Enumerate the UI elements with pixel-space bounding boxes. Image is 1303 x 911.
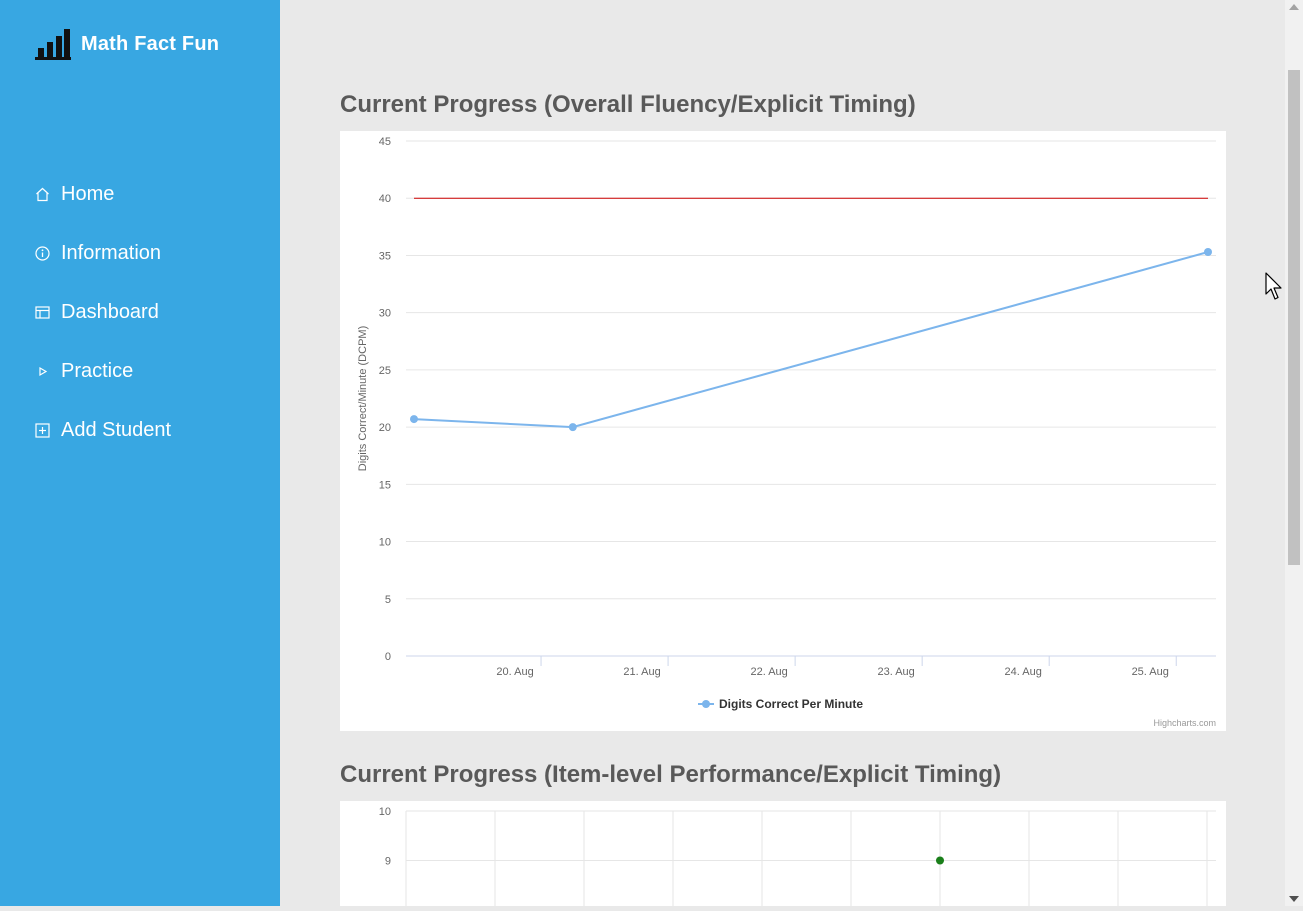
scroll-down-arrow-icon[interactable] <box>1289 896 1299 902</box>
mouse-cursor-icon <box>1265 272 1282 300</box>
sidebar-nav: Home Information Dashboard Practice Add … <box>35 165 171 460</box>
legend-label: Digits Correct Per Minute <box>719 697 863 711</box>
y-tick-label: 10 <box>379 806 391 818</box>
brand[interactable]: Math Fact Fun <box>35 28 219 60</box>
sidebar-item-label: Home <box>61 183 115 205</box>
fluency-chart-panel: 0 5 10 15 20 25 30 35 40 45 20. Aug 21. Aug 22. Aug 2… <box>340 131 1226 731</box>
y-tick-label: 15 <box>379 479 391 491</box>
y-tick-label: 9 <box>385 856 391 868</box>
highcharts-credits: Highcharts.com <box>1153 718 1216 728</box>
x-tick-label: 21. Aug <box>623 666 660 678</box>
data-point <box>410 415 418 424</box>
y-axis-label: Digits Correct/Minute (DCPM) <box>357 326 369 471</box>
app-name: Math Fact Fun <box>81 32 220 55</box>
x-tick-label: 23. Aug <box>877 666 914 678</box>
sidebar-item-home[interactable]: Home <box>35 165 171 224</box>
y-tick-label: 5 <box>385 594 391 606</box>
bar-chart-icon <box>35 29 71 60</box>
legend-marker <box>702 700 710 708</box>
sidebar-item-practice[interactable]: Practice <box>35 342 171 401</box>
data-point <box>1204 248 1212 257</box>
y-tick-label: 10 <box>379 537 391 549</box>
sidebar-item-label: Practice <box>61 360 134 382</box>
plus-square-icon <box>35 423 50 438</box>
item-level-chart-panel: 9 10 <box>340 801 1226 906</box>
sidebar-item-label: Add Student <box>61 419 172 441</box>
y-tick-label: 35 <box>379 250 391 262</box>
y-tick-label: 20 <box>379 422 391 434</box>
y-tick-label: 25 <box>379 365 391 377</box>
x-tick-label: 25. Aug <box>1132 666 1169 678</box>
sidebar-item-label: Dashboard <box>61 301 159 323</box>
y-tick-label: 40 <box>379 193 391 205</box>
main-content: Current Progress (Overall Fluency/Explic… <box>280 0 1285 906</box>
section-title-item-level: Current Progress (Item-level Performance… <box>340 761 1002 788</box>
sidebar: Math Fact Fun Home Information Dashboard <box>0 0 280 906</box>
scrollbar-thumb[interactable] <box>1288 70 1300 565</box>
x-tick-label: 22. Aug <box>750 666 787 678</box>
info-icon <box>35 246 50 261</box>
table-icon <box>35 306 50 319</box>
sidebar-item-add-student[interactable]: Add Student <box>35 401 171 460</box>
sidebar-item-dashboard[interactable]: Dashboard <box>35 283 171 342</box>
series-line <box>413 251 1209 429</box>
section-title-fluency: Current Progress (Overall Fluency/Explic… <box>340 91 916 118</box>
y-tick-label: 0 <box>385 651 391 663</box>
vertical-scrollbar[interactable] <box>1285 0 1303 906</box>
x-tick-label: 24. Aug <box>1005 666 1042 678</box>
play-icon <box>39 366 48 377</box>
data-point <box>568 423 577 432</box>
item-level-chart: 9 10 <box>379 806 1216 906</box>
y-tick-label: 45 <box>379 136 391 148</box>
y-tick-label: 30 <box>379 308 391 320</box>
fluency-chart: 0 5 10 15 20 25 30 35 40 45 20. Aug 21. Aug 22. Aug 2… <box>357 136 1216 728</box>
home-icon <box>36 187 49 202</box>
sidebar-item-information[interactable]: Information <box>35 224 171 283</box>
x-tick-label: 20. Aug <box>496 666 533 678</box>
data-point <box>936 856 944 865</box>
scroll-up-arrow-icon[interactable] <box>1289 4 1299 10</box>
sidebar-item-label: Information <box>61 242 162 264</box>
